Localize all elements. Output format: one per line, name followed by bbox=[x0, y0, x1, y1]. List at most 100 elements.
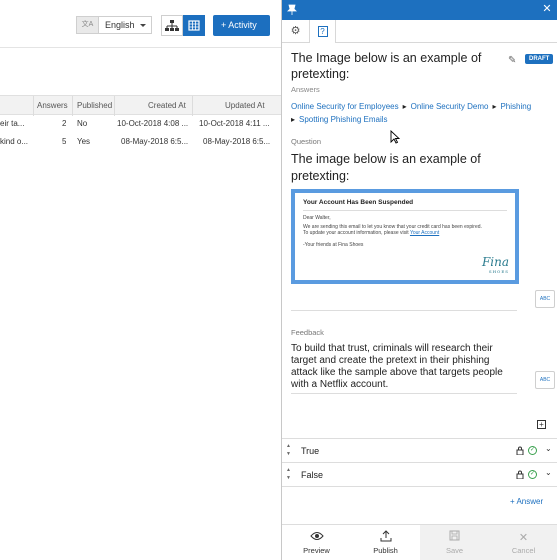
preview-button[interactable]: Preview bbox=[282, 525, 351, 560]
table-icon bbox=[188, 20, 200, 31]
panel-tabs: ⚙ ? bbox=[282, 20, 557, 43]
answer-label: False bbox=[301, 470, 324, 480]
reorder-arrows-icon[interactable]: ▲ ▼ bbox=[286, 466, 291, 482]
caret-down-icon bbox=[140, 24, 146, 27]
column-divider bbox=[114, 96, 115, 116]
column-header-published[interactable]: Published bbox=[77, 96, 113, 116]
close-icon: ✕ bbox=[518, 532, 529, 544]
row-answers: 2 bbox=[62, 119, 67, 128]
question-icon: ? bbox=[317, 25, 328, 37]
row-name: eir ta... bbox=[0, 119, 25, 128]
pin-icon[interactable] bbox=[286, 4, 298, 16]
answer-list: ▲ ▼ True ✓ ⌄ ▲ ▼ False ✓ ⌄ bbox=[282, 438, 557, 487]
row-updated: 08-May-2018 6:5... bbox=[203, 137, 271, 146]
page-title: The Image below is an example of pretext… bbox=[291, 51, 482, 81]
keyboard-button[interactable]: ABC bbox=[535, 290, 555, 308]
feedback-label: Feedback bbox=[291, 328, 324, 337]
column-header-updated-at[interactable]: Updated At bbox=[225, 96, 270, 116]
column-header-created-at[interactable]: Created At bbox=[148, 96, 190, 116]
save-label: Save bbox=[445, 546, 464, 555]
translate-icon: 文A bbox=[76, 16, 98, 34]
divider bbox=[291, 310, 517, 311]
upload-icon bbox=[351, 530, 420, 546]
gear-icon: ⚙ bbox=[290, 25, 301, 37]
chevron-right-icon: ▸ bbox=[291, 115, 296, 124]
tree-view-button[interactable] bbox=[161, 15, 183, 36]
table-header: Answers Published Created At Updated At bbox=[0, 95, 281, 116]
breadcrumb: Online Security for Employees ▸ Online Sec… bbox=[291, 100, 541, 126]
mouse-cursor-icon bbox=[390, 130, 400, 144]
chevron-right-icon: ▸ bbox=[492, 102, 497, 111]
row-created: 08-May-2018 6:5... bbox=[121, 137, 189, 146]
answer-row[interactable]: ▲ ▼ True ✓ ⌄ bbox=[282, 439, 557, 463]
title-row: The Image below is an example of pretext… bbox=[291, 50, 554, 84]
pencil-icon[interactable]: ✎ bbox=[508, 55, 516, 66]
divider bbox=[291, 393, 517, 394]
table-view-button[interactable] bbox=[183, 15, 205, 36]
check-circle-icon[interactable]: ✓ bbox=[528, 446, 537, 455]
chevron-right-icon: ▸ bbox=[402, 102, 407, 111]
breadcrumb-link[interactable]: Online Security Demo bbox=[411, 102, 489, 111]
row-answers: 5 bbox=[62, 137, 67, 146]
breadcrumb-link[interactable]: Online Security for Employees bbox=[291, 102, 399, 111]
page-subtitle: Answers bbox=[291, 85, 320, 94]
check-circle-icon[interactable]: ✓ bbox=[528, 470, 537, 479]
cancel-button[interactable]: ✕ Cancel bbox=[489, 525, 557, 560]
language-select[interactable]: English bbox=[98, 16, 152, 34]
answer-label: True bbox=[301, 446, 320, 456]
column-divider bbox=[33, 96, 34, 116]
email-heading: Your Account Has Been Suspended bbox=[303, 199, 507, 211]
row-created: 10-Oct-2018 4:08 ... bbox=[117, 119, 189, 128]
panel-content: The Image below is an example of pretext… bbox=[291, 50, 555, 429]
row-name: kind o... bbox=[0, 137, 29, 146]
lock-icon[interactable] bbox=[516, 470, 524, 479]
publish-label: Publish bbox=[373, 546, 398, 555]
add-field-icon[interactable]: + bbox=[537, 420, 546, 429]
feedback-text-field[interactable]: To build that trust, criminals will rese… bbox=[291, 343, 516, 391]
panel-footer: Preview Publish Save ✕ Cancel bbox=[282, 524, 557, 560]
list-toolbar: 文A English + Activity bbox=[0, 0, 281, 48]
language-select-value: English bbox=[105, 20, 135, 30]
phishing-email-image: Your Account Has Been Suspended Dear Wal… bbox=[291, 189, 519, 284]
panel-titlebar: ✕ bbox=[282, 0, 557, 20]
email-line: To update your account information, plea… bbox=[303, 230, 409, 236]
email-body: Your Account Has Been Suspended Dear Wal… bbox=[295, 193, 515, 280]
add-answer-button[interactable]: + Answer bbox=[510, 497, 543, 506]
row-updated: 10-Oct-2018 4:11 ... bbox=[199, 119, 270, 128]
hierarchy-icon bbox=[165, 20, 179, 31]
eye-icon bbox=[282, 530, 351, 546]
publish-button[interactable]: Publish bbox=[351, 525, 420, 560]
row-published: No bbox=[77, 119, 88, 128]
question-editor-panel: ✕ ⚙ ? The Image below is an example of p… bbox=[281, 0, 557, 560]
logo-text: Fina bbox=[481, 255, 509, 269]
row-published: Yes bbox=[77, 137, 91, 146]
close-icon[interactable]: ✕ bbox=[541, 3, 553, 16]
breadcrumb-link[interactable]: Spotting Phishing Emails bbox=[299, 115, 388, 124]
activity-table: Answers Published Created At Updated At … bbox=[0, 95, 281, 151]
chevron-down-icon[interactable]: ⌄ bbox=[545, 444, 552, 453]
save-button[interactable]: Save bbox=[420, 525, 489, 560]
table-row[interactable]: kind o... 5 Yes 08-May-2018 6:5... 08-Ma… bbox=[0, 133, 281, 151]
column-header-answers[interactable]: Answers bbox=[37, 96, 70, 116]
question-text-field[interactable]: The image below is an example of pretext… bbox=[291, 151, 501, 185]
column-divider bbox=[192, 96, 193, 116]
breadcrumb-link[interactable]: Phishing bbox=[500, 102, 531, 111]
preview-label: Preview bbox=[303, 546, 330, 555]
cancel-label: Cancel bbox=[511, 546, 536, 555]
column-divider bbox=[72, 96, 73, 116]
lock-icon[interactable] bbox=[516, 446, 524, 455]
reorder-arrows-icon[interactable]: ▲ ▼ bbox=[286, 442, 291, 458]
add-activity-button[interactable]: + Activity bbox=[213, 15, 270, 36]
floppy-icon bbox=[420, 530, 489, 546]
keyboard-button[interactable]: ABC bbox=[535, 371, 555, 389]
table-row[interactable]: eir ta... 2 No 10-Oct-2018 4:08 ... 10-O… bbox=[0, 115, 281, 133]
logo-subtext: SHOES bbox=[488, 269, 509, 274]
tab-question[interactable]: ? bbox=[309, 20, 336, 43]
background-list-pane: 文A English + Activity Answers Published … bbox=[0, 0, 281, 560]
tab-settings[interactable]: ⚙ bbox=[282, 20, 309, 43]
chevron-down-icon[interactable]: ⌄ bbox=[545, 468, 552, 477]
status-badge: DRAFT bbox=[525, 54, 554, 64]
answer-row[interactable]: ▲ ▼ False ✓ ⌄ bbox=[282, 463, 557, 487]
question-label: Question bbox=[291, 137, 322, 146]
email-signoff: -Your friends at Fina Shoes bbox=[303, 242, 364, 248]
